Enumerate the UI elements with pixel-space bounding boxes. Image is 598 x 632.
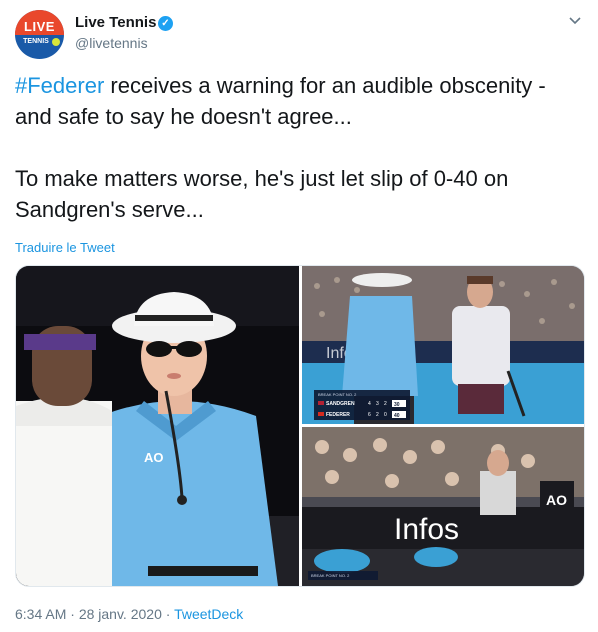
tweet-card: LIVE TENNIS Live Tennis ✓ @livetennis #F… <box>0 0 598 632</box>
scoreboard-player2-name: FEDERER <box>326 412 350 418</box>
verified-badge-icon: ✓ <box>158 16 173 31</box>
scoreboard-player2-set3: 0 <box>384 412 387 418</box>
photo-umpire-federer-court[interactable]: Info BREAK POINT NO. 2 SANDGREN 4 3 2 30… <box>302 266 584 424</box>
scoreboard-player1-points: 30 <box>394 402 400 408</box>
author-handle[interactable]: @livetennis <box>75 35 148 51</box>
media-grid: AO Info BREAK POINT NO. 2 SANDGREN 4 3 2… <box>15 265 585 587</box>
scoreboard-player1-set1: 4 <box>368 401 371 407</box>
ao-logo: AO <box>546 492 567 508</box>
scoreboard-player1-set3: 2 <box>384 401 387 407</box>
chevron-down-icon[interactable] <box>568 14 582 28</box>
hashtag-link[interactable]: #Federer <box>15 73 104 98</box>
avatar[interactable]: LIVE TENNIS <box>15 10 64 59</box>
scoreboard-title: BREAK POINT NO. 2 <box>318 392 357 397</box>
avatar-tennis-text: TENNIS <box>23 38 49 45</box>
tweet-source-link[interactable]: TweetDeck <box>174 606 243 622</box>
photo-crowd-courtside[interactable]: Infos AO BREAK POINT NO. 2 <box>302 427 584 586</box>
scoreboard-player1-name: SANDGREN <box>326 401 355 407</box>
tweet-time[interactable]: 6:34 AM <box>15 606 66 622</box>
translate-tweet-link[interactable]: Traduire le Tweet <box>15 240 115 255</box>
scoreboard-player2-set1: 6 <box>368 412 371 418</box>
scoreboard-player2-set2: 2 <box>376 412 379 418</box>
flag-switzerland-icon <box>318 412 324 416</box>
tweet-footer: 6:34 AM · 28 janv. 2020 · TweetDeck <box>15 606 243 622</box>
footer-separator: · <box>66 606 79 622</box>
footer-separator-2: · <box>161 606 175 622</box>
flag-usa-icon <box>318 401 324 405</box>
tweet-text-line2: To make matters worse, he's just let sli… <box>15 166 515 222</box>
tweet-date[interactable]: 28 janv. 2020 <box>79 606 162 622</box>
author-name[interactable]: Live Tennis <box>75 14 156 31</box>
scoreboard-player1-set2: 3 <box>376 401 379 407</box>
photo-umpire-closeup[interactable]: AO <box>16 266 299 586</box>
shirt-logo: AO <box>144 450 164 465</box>
scoreboard-title-2: BREAK POINT NO. 2 <box>311 573 350 578</box>
avatar-live-text: LIVE <box>24 19 55 34</box>
scoreboard-player2-points: 40 <box>394 413 400 419</box>
court-banner-text-2: Infos <box>394 513 459 546</box>
tennis-ball-icon <box>52 38 60 46</box>
tweet-text: #Federer receives a warning for an audib… <box>15 70 583 225</box>
